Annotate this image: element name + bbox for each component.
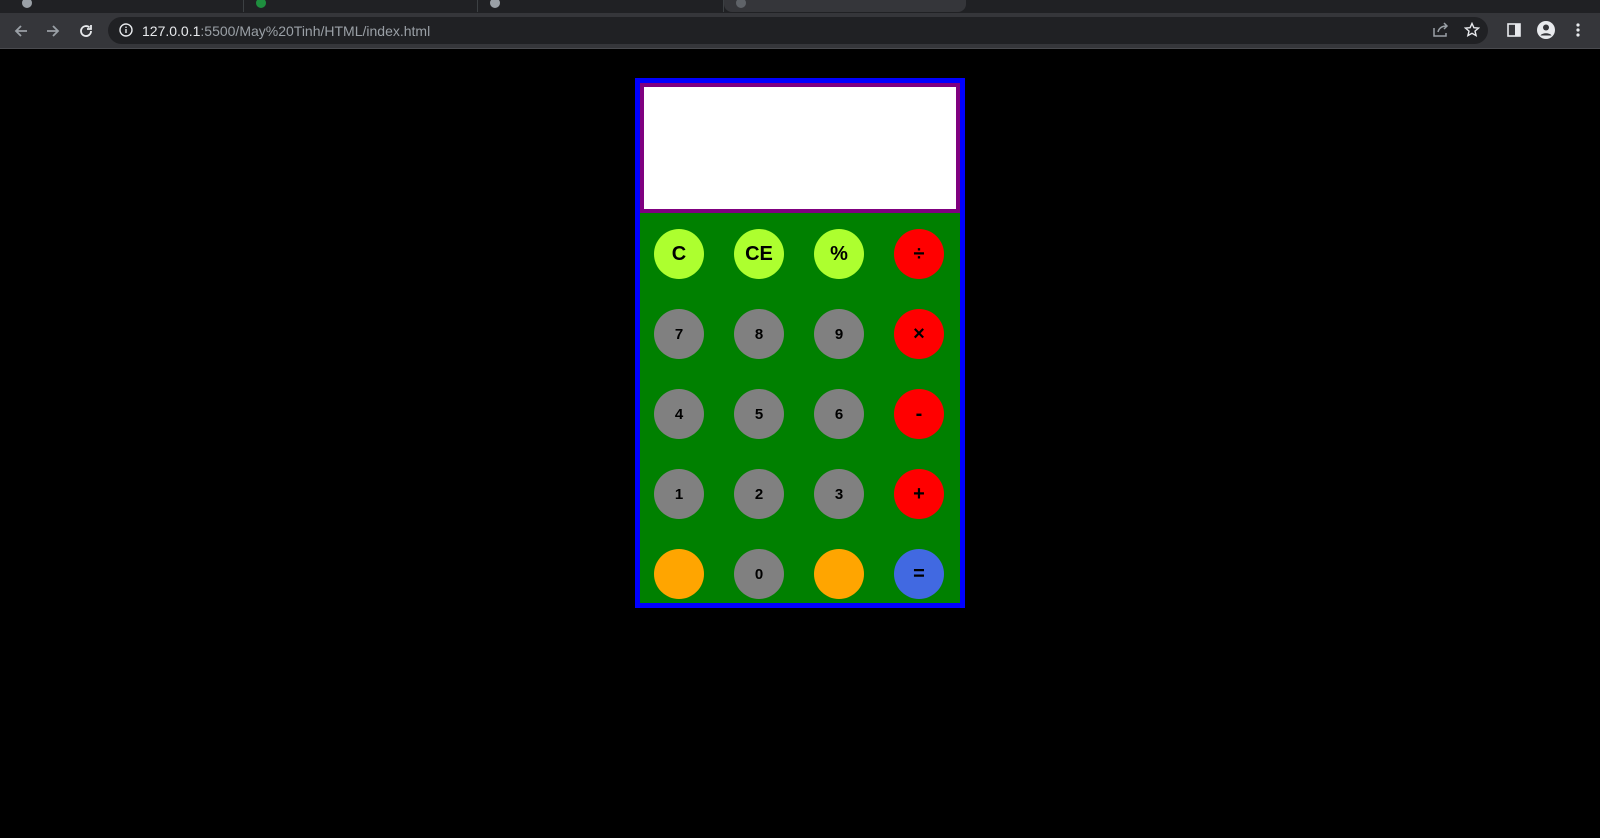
browser-toolbar: 127.0.0.1:5500/May%20Tinh/HTML/index.htm… [0, 13, 1600, 49]
keypad: C CE % ÷ 7 8 9 × 4 5 6 - 1 2 3 + 0 = [640, 213, 960, 603]
tab-strip [0, 0, 1600, 13]
site-info-icon[interactable] [119, 23, 133, 42]
clear-button[interactable]: C [654, 229, 704, 279]
tab-favicon-icon [736, 0, 746, 8]
digit-1-button[interactable]: 1 [654, 469, 704, 519]
digit-2-button[interactable]: 2 [734, 469, 784, 519]
browser-tab-active[interactable] [724, 0, 966, 12]
back-arrow-icon [14, 25, 27, 37]
share-icon[interactable] [1432, 22, 1450, 43]
calculator-display [640, 83, 960, 213]
url-text[interactable]: 127.0.0.1:5500/May%20Tinh/HTML/index.htm… [142, 23, 430, 39]
url-path: :5500/May%20Tinh/HTML/index.html [200, 23, 431, 39]
browser-tab-1[interactable] [0, 0, 244, 12]
subtract-button[interactable]: - [894, 389, 944, 439]
digit-9-button[interactable]: 9 [814, 309, 864, 359]
tab-favicon-icon [22, 0, 32, 8]
browser-tab-5[interactable] [966, 0, 1600, 12]
reload-icon [80, 25, 92, 37]
divide-button[interactable]: ÷ [894, 229, 944, 279]
digit-6-button[interactable]: 6 [814, 389, 864, 439]
back-button[interactable] [8, 18, 34, 44]
side-panel-icon[interactable] [1503, 19, 1525, 41]
clear-entry-button[interactable]: CE [734, 229, 784, 279]
forward-arrow-icon [47, 25, 60, 37]
calculator: C CE % ÷ 7 8 9 × 4 5 6 - 1 2 3 + 0 = [635, 78, 965, 608]
add-button[interactable]: + [894, 469, 944, 519]
profile-avatar-icon[interactable] [1535, 19, 1557, 41]
digit-0-button[interactable]: 0 [734, 549, 784, 599]
tab-favicon-icon [256, 0, 266, 8]
multiply-button[interactable]: × [894, 309, 944, 359]
digit-4-button[interactable]: 4 [654, 389, 704, 439]
bookmark-star-icon[interactable] [1463, 21, 1481, 43]
url-host: 127.0.0.1 [142, 23, 201, 39]
digit-8-button[interactable]: 8 [734, 309, 784, 359]
equals-button[interactable]: = [894, 549, 944, 599]
digit-7-button[interactable]: 7 [654, 309, 704, 359]
digit-3-button[interactable]: 3 [814, 469, 864, 519]
digit-5-button[interactable]: 5 [734, 389, 784, 439]
browser-tab-2[interactable] [244, 0, 478, 12]
tab-favicon-icon [490, 0, 500, 8]
browser-tab-3[interactable] [478, 0, 724, 12]
more-menu-icon[interactable] [1567, 19, 1589, 41]
blank-right-button[interactable] [814, 549, 864, 599]
forward-button[interactable] [40, 18, 66, 44]
percent-button[interactable]: % [814, 229, 864, 279]
address-bar[interactable]: 127.0.0.1:5500/May%20Tinh/HTML/index.htm… [108, 17, 1488, 44]
reload-button[interactable] [73, 18, 99, 44]
blank-left-button[interactable] [654, 549, 704, 599]
